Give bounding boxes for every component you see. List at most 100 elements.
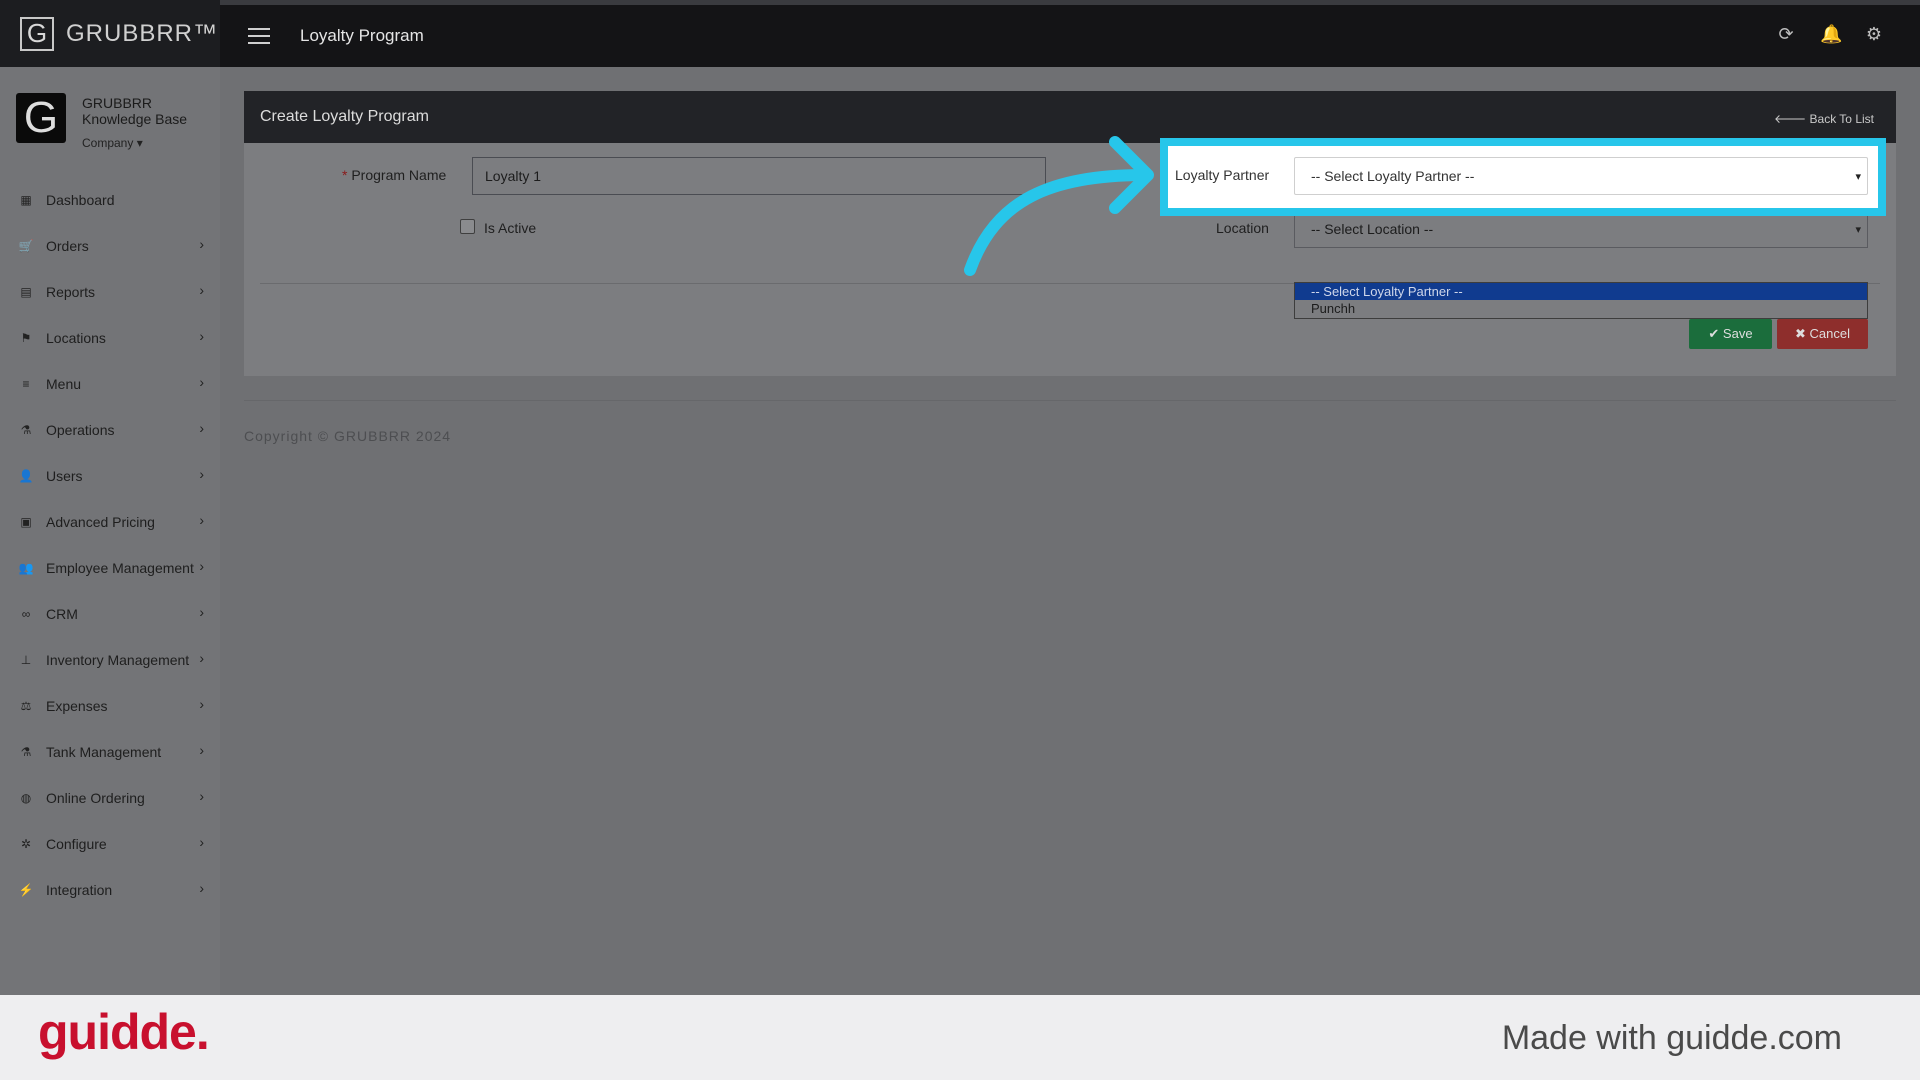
plug-icon: ⚡ bbox=[18, 883, 34, 897]
sidebar-item-reports[interactable]: ▤ Reports › bbox=[0, 269, 220, 315]
sidebar-item-integration[interactable]: ⚡ Integration › bbox=[0, 867, 220, 913]
pointer-arrow-icon bbox=[964, 136, 1154, 276]
dropdown-option-punchh[interactable]: Punchh bbox=[1295, 300, 1867, 317]
program-name-label-text: Program Name bbox=[351, 167, 447, 183]
chevron-right-icon: › bbox=[199, 282, 204, 298]
chevron-right-icon: › bbox=[199, 880, 204, 896]
sidebar-item-operations[interactable]: ⚗ Operations › bbox=[0, 407, 220, 453]
dashboard-icon: ▦ bbox=[20, 193, 32, 207]
made-with-text: Made with guidde.com bbox=[1501, 1019, 1842, 1057]
sidebar-item-online-ordering[interactable]: ◍ Online Ordering › bbox=[0, 775, 220, 821]
hamburger-menu-icon[interactable] bbox=[248, 28, 270, 49]
page-title: Loyalty Program bbox=[300, 26, 424, 45]
sidebar-item-label: Tank Management bbox=[46, 744, 162, 760]
sidebar-item-tank-management[interactable]: ⚗ Tank Management › bbox=[0, 729, 220, 775]
logo-text: GRUBBRR™ bbox=[66, 19, 219, 47]
program-name-label: * Program Name bbox=[342, 167, 446, 183]
guidde-logo: guidde. bbox=[38, 1004, 210, 1060]
globe-icon: ◍ bbox=[20, 791, 32, 805]
sidebar-item-label: CRM bbox=[46, 606, 78, 622]
sidebar-nav: ▦ Dashboard 🛒 Orders › ▤ Reports › ⚑ Locations… bbox=[0, 177, 220, 913]
chevron-right-icon: › bbox=[199, 420, 204, 436]
sidebar-item-label: Expenses bbox=[46, 698, 108, 714]
gear-icon[interactable]: ⚙ bbox=[1864, 24, 1884, 45]
sidebar-item-orders[interactable]: 🛒 Orders › bbox=[0, 223, 220, 269]
sidebar-item-label: Integration bbox=[46, 882, 113, 898]
chevron-right-icon: › bbox=[199, 374, 204, 390]
sidebar-item-label: Online Ordering bbox=[46, 790, 145, 806]
copyright-text: Copyright © GRUBBRR 2024 bbox=[244, 428, 452, 444]
report-icon: ▤ bbox=[20, 285, 32, 299]
sidebar-item-advanced-pricing[interactable]: ▣ Advanced Pricing › bbox=[0, 499, 220, 545]
sidebar-item-inventory-management[interactable]: ⊥ Inventory Management › bbox=[0, 637, 220, 683]
loyalty-partner-label: Loyalty Partner bbox=[1175, 167, 1270, 183]
sidebar-item-locations[interactable]: ⚑ Locations › bbox=[0, 315, 220, 361]
sidebar-item-label: Reports bbox=[46, 284, 96, 300]
sidebar-item-label: Employee Management bbox=[46, 560, 194, 576]
sidebar-item-label: Inventory Management bbox=[46, 652, 190, 668]
sidebar-item-users[interactable]: 👤 Users › bbox=[0, 453, 220, 499]
location-label: Location bbox=[1216, 220, 1269, 236]
is-active-label: Is Active bbox=[484, 220, 537, 236]
flask-icon: ⚗ bbox=[20, 745, 32, 759]
sidebar-item-label: Orders bbox=[46, 238, 89, 254]
sidebar-item-label: Users bbox=[46, 468, 83, 484]
chevron-right-icon: › bbox=[199, 696, 204, 712]
chevron-right-icon: › bbox=[199, 604, 204, 620]
cancel-button[interactable]: ✖ Cancel bbox=[1777, 319, 1868, 349]
loyalty-partner-select[interactable]: -- Select Loyalty Partner -- ▾ bbox=[1294, 157, 1868, 195]
sidebar-item-configure[interactable]: ✲ Configure › bbox=[0, 821, 220, 867]
chevron-right-icon: › bbox=[199, 650, 204, 666]
sidebar-item-label: Operations bbox=[46, 422, 115, 438]
refresh-icon[interactable]: ⟳ bbox=[1776, 24, 1796, 45]
brand-logo: G bbox=[16, 93, 66, 143]
header-actions: ⟳ 🔔 ⚙ bbox=[1776, 24, 1884, 45]
link-icon: ∞ bbox=[21, 607, 31, 621]
app-logo[interactable]: G GRUBBRR™ bbox=[0, 0, 220, 67]
chevron-right-icon: › bbox=[199, 512, 204, 528]
sidebar-item-crm[interactable]: ∞ CRM › bbox=[0, 591, 220, 637]
top-header: G GRUBBRR™ Loyalty Program ⟳ 🔔 ⚙ bbox=[0, 0, 1920, 67]
user-plus-icon: 👤 bbox=[18, 469, 34, 483]
sidebar-item-label: Configure bbox=[46, 836, 107, 852]
bell-icon[interactable]: 🔔 bbox=[1820, 24, 1842, 45]
sidebar-item-menu[interactable]: ≡ Menu › bbox=[0, 361, 220, 407]
chevron-right-icon: › bbox=[199, 236, 204, 252]
brand-subtitle: Knowledge Base bbox=[82, 111, 188, 127]
logo-mark: G bbox=[20, 16, 54, 51]
chevron-right-icon: › bbox=[199, 742, 204, 758]
brand-text: GRUBBRR Knowledge Base Company ▾ bbox=[82, 93, 187, 151]
save-button[interactable]: ✔ Save bbox=[1689, 319, 1772, 349]
chevron-down-icon: ▾ bbox=[1855, 224, 1861, 236]
back-to-list-link[interactable]: 🡐 Back To List bbox=[1774, 111, 1874, 126]
chevron-down-icon: ▾ bbox=[1855, 171, 1861, 183]
chevron-right-icon: › bbox=[199, 834, 204, 850]
sidebar: G GRUBBRR Knowledge Base Company ▾ ▦ Dash… bbox=[0, 67, 220, 995]
loyalty-partner-options: -- Select Loyalty Partner -- Punchh bbox=[1294, 282, 1868, 319]
sidebar-item-label: Menu bbox=[46, 376, 82, 392]
chevron-right-icon: › bbox=[199, 788, 204, 804]
chevron-right-icon: › bbox=[199, 558, 204, 574]
sitemap-icon: ⊥ bbox=[20, 653, 32, 667]
sidebar-item-dashboard[interactable]: ▦ Dashboard bbox=[0, 177, 220, 223]
sidebar-item-label: Advanced Pricing bbox=[46, 514, 155, 530]
dropdown-option-placeholder[interactable]: -- Select Loyalty Partner -- bbox=[1295, 283, 1867, 300]
balance-icon: ⚖ bbox=[20, 699, 32, 713]
flask-icon: ⚗ bbox=[20, 423, 32, 437]
panel-title: Create Loyalty Program bbox=[260, 108, 429, 125]
cog-icon: ✲ bbox=[20, 837, 32, 851]
required-mark: * bbox=[342, 167, 348, 183]
menu-list-icon: ≡ bbox=[22, 377, 30, 391]
company-dropdown[interactable]: Company ▾ bbox=[82, 135, 187, 151]
brand-name: GRUBBRR bbox=[82, 95, 153, 111]
is-active-checkbox[interactable] bbox=[460, 219, 475, 234]
sidebar-item-expenses[interactable]: ⚖ Expenses › bbox=[0, 683, 220, 729]
brand-block: G GRUBBRR Knowledge Base Company ▾ bbox=[16, 93, 187, 151]
browser-strip bbox=[0, 0, 1920, 5]
sidebar-item-employee-management[interactable]: 👥 Employee Management › bbox=[0, 545, 220, 591]
footer-divider bbox=[244, 400, 1896, 401]
chevron-right-icon: › bbox=[199, 328, 204, 344]
guidde-footer: guidde. Made with guidde.com bbox=[0, 995, 1920, 1080]
users-icon: 👥 bbox=[18, 561, 34, 575]
locations-icon: ⚑ bbox=[20, 331, 32, 345]
